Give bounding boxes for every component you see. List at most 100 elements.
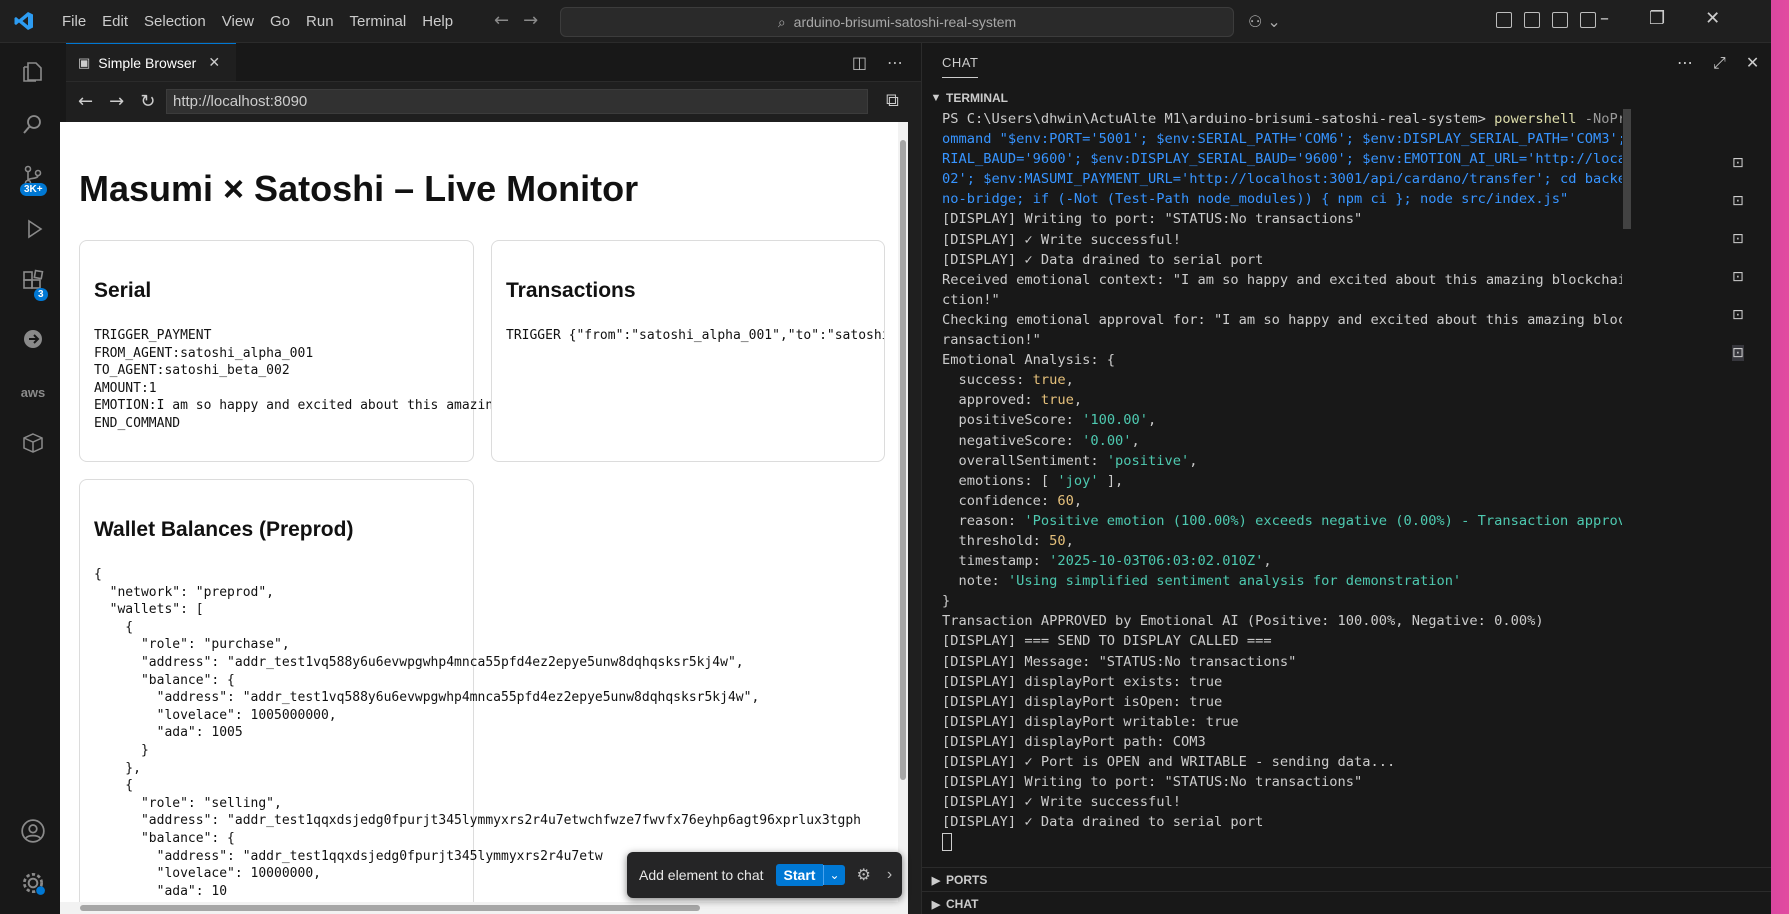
vscode-window: File Edit Selection View Go Run Terminal…	[0, 0, 1771, 914]
terminal-line: [DISPLAY] === SEND TO DISPLAY CALLED ===	[942, 633, 1272, 650]
terminal-line: [DISPLAY] displayPort writable: true	[942, 713, 1239, 730]
browser-forward-icon[interactable]: →	[109, 91, 124, 112]
transactions-output: TRIGGER {"from":"satoshi_alpha_001","to"…	[506, 328, 885, 343]
wallet-line: "address": "addr_test1vq588y6u6evwpgwhp4…	[94, 690, 760, 706]
more-actions-icon[interactable]: ⋯	[1677, 53, 1693, 73]
chevron-right-icon[interactable]: ›	[887, 866, 892, 884]
start-dropdown-icon[interactable]: ⌄	[823, 865, 845, 885]
terminal-instance-icon[interactable]: ⊡	[1732, 193, 1744, 209]
wallet-line: "balance": {	[94, 672, 235, 688]
terminal-line: success: true,	[942, 372, 1074, 389]
wallet-line: "ada": 1005	[94, 725, 243, 741]
terminal-value: '2025-10-03T06:03:02.010Z'	[1049, 553, 1264, 570]
menu-edit[interactable]: Edit	[94, 13, 136, 30]
terminal-section-header[interactable]: ▼ TERMINAL	[922, 86, 1771, 110]
terminal-instance-icon[interactable]: ⊡	[1732, 307, 1744, 323]
restore-icon[interactable]: ❐	[1649, 8, 1665, 29]
settings-gear-icon[interactable]: ⚙	[857, 865, 871, 885]
tab-simple-browser[interactable]: ▣ Simple Browser ✕	[66, 43, 236, 81]
terminal-instance-icon[interactable]: ⊡	[1732, 155, 1744, 171]
page-horizontal-scrollbar[interactable]	[60, 902, 898, 914]
terminal-prompt: PS C:\Users\dhwin\ActuAlte M1\arduino-br…	[942, 111, 1495, 127]
browser-reload-icon[interactable]: ↻	[140, 91, 155, 112]
terminal-line: Checking emotional approval for: "I am s…	[942, 311, 1622, 328]
search-icon: ⌕	[777, 13, 786, 30]
terminal-scrollbar[interactable]	[1623, 109, 1631, 229]
chevron-down-icon: ▼	[930, 92, 942, 104]
wallet-line: {	[94, 567, 102, 582]
close-icon[interactable]: ✕	[1705, 8, 1720, 29]
open-external-icon[interactable]: ⧉	[886, 90, 899, 111]
wallet-line: "wallets": [	[94, 602, 204, 618]
wallet-line: "role": "purchase",	[94, 637, 290, 653]
terminal-key: confidence:	[942, 492, 1058, 509]
terminal-line: note: 'Using simplified sentiment analys…	[942, 571, 1622, 591]
menu-run[interactable]: Run	[298, 13, 342, 30]
scroll-thumb[interactable]	[80, 905, 700, 911]
panel-title[interactable]: CHAT	[942, 55, 978, 70]
web-page: Masumi × Satoshi – Live Monitor Serial T…	[60, 122, 908, 914]
terminal-instance-icon[interactable]: ⊡	[1732, 345, 1744, 361]
customize-layout-icon[interactable]	[1496, 12, 1512, 28]
transactions-heading: Transactions	[506, 279, 636, 302]
terminal-key: reason:	[942, 512, 1025, 529]
menu-file[interactable]: File	[54, 13, 94, 30]
editor-actions: ◫ ⋯	[852, 53, 903, 72]
search-activity-icon[interactable]	[19, 110, 47, 138]
command-center[interactable]: ⌕ arduino-brisumi-satoshi-real-system	[560, 7, 1234, 37]
back-arrow-icon[interactable]: ←	[494, 10, 509, 31]
browser-back-icon[interactable]: ←	[78, 91, 93, 112]
terminal-output[interactable]: PS C:\Users\dhwin\ActuAlte M1\arduino-br…	[942, 109, 1622, 909]
maximize-panel-icon[interactable]: ⤢	[1713, 53, 1726, 73]
chevron-right-icon: ▶	[931, 898, 941, 911]
terminal-cursor	[942, 833, 952, 852]
ports-section-header[interactable]: ▶ PORTS	[922, 867, 1771, 892]
start-button[interactable]: Start	[775, 864, 824, 886]
menu-terminal[interactable]: Terminal	[342, 13, 415, 30]
menu-view[interactable]: View	[214, 13, 262, 30]
terminal-command: powershell	[1494, 111, 1577, 127]
explorer-icon[interactable]	[19, 58, 47, 86]
copilot-icon[interactable]: ⚇ ⌄	[1248, 12, 1281, 31]
terminal-value: 50	[1049, 532, 1066, 549]
manage-gear-icon[interactable]	[19, 869, 47, 897]
terminal-line: [DISPLAY] displayPort path: COM3	[942, 733, 1206, 750]
accounts-icon[interactable]	[19, 817, 47, 845]
aws-icon[interactable]: aws	[19, 378, 47, 406]
menu-go[interactable]: Go	[262, 13, 298, 30]
minimize-icon[interactable]: –	[1600, 8, 1609, 29]
terminal-value: '0.00'	[1082, 432, 1132, 449]
toggle-sidebar-icon[interactable]	[1524, 12, 1540, 28]
menu-selection[interactable]: Selection	[136, 13, 214, 30]
split-editor-icon[interactable]: ◫	[852, 53, 867, 72]
more-actions-icon[interactable]: ⋯	[887, 53, 903, 72]
terminal-line: Received emotional context: "I am so hap…	[942, 271, 1622, 288]
forward-arrow-icon[interactable]: →	[523, 10, 538, 31]
wallet-line: "network": "preprod",	[94, 584, 275, 600]
terminal-line: timestamp: '2025-10-03T06:03:02.010Z',	[942, 553, 1272, 570]
scroll-thumb[interactable]	[900, 140, 906, 780]
terminal-line: threshold: 50,	[942, 532, 1074, 549]
terminal-line: overallSentiment: 'positive',	[942, 452, 1198, 469]
run-debug-icon[interactable]	[19, 215, 47, 243]
chat-section-header[interactable]: ▶ CHAT	[922, 891, 1771, 914]
menu-help[interactable]: Help	[414, 13, 461, 30]
wallet-line: },	[94, 760, 141, 776]
wallet-line: "role": "selling",	[94, 795, 282, 811]
tab-close-icon[interactable]: ✕	[208, 54, 220, 71]
remote-explorer-icon[interactable]	[19, 325, 47, 353]
toggle-panel-icon[interactable]	[1552, 12, 1568, 28]
terminal-line: [DISPLAY] ✓ Data drained to serial port	[942, 814, 1264, 831]
terminal-value: 60	[1057, 492, 1074, 509]
terminal-instance-icon[interactable]: ⊡	[1732, 231, 1744, 247]
serial-card: Serial TRIGGER_PAYMENT FROM_AGENT:satosh…	[79, 240, 689, 462]
url-input[interactable]: http://localhost:8090	[166, 89, 868, 114]
close-panel-icon[interactable]: ✕	[1746, 53, 1759, 73]
containers-icon[interactable]	[19, 429, 47, 457]
secondary-panel: CHAT ⋯ ⤢ ✕ ▼ TERMINAL PS C:\Users\dhwin\…	[921, 43, 1771, 914]
page-vertical-scrollbar[interactable]	[898, 122, 908, 914]
add-element-to-chat-toolbar: Add element to chat Start ⌄ ⚙ ›	[627, 852, 902, 898]
toggle-secondary-sidebar-icon[interactable]	[1580, 12, 1596, 28]
terminal-instance-icon[interactable]: ⊡	[1732, 269, 1744, 285]
wallet-heading: Wallet Balances (Preprod)	[94, 518, 354, 541]
